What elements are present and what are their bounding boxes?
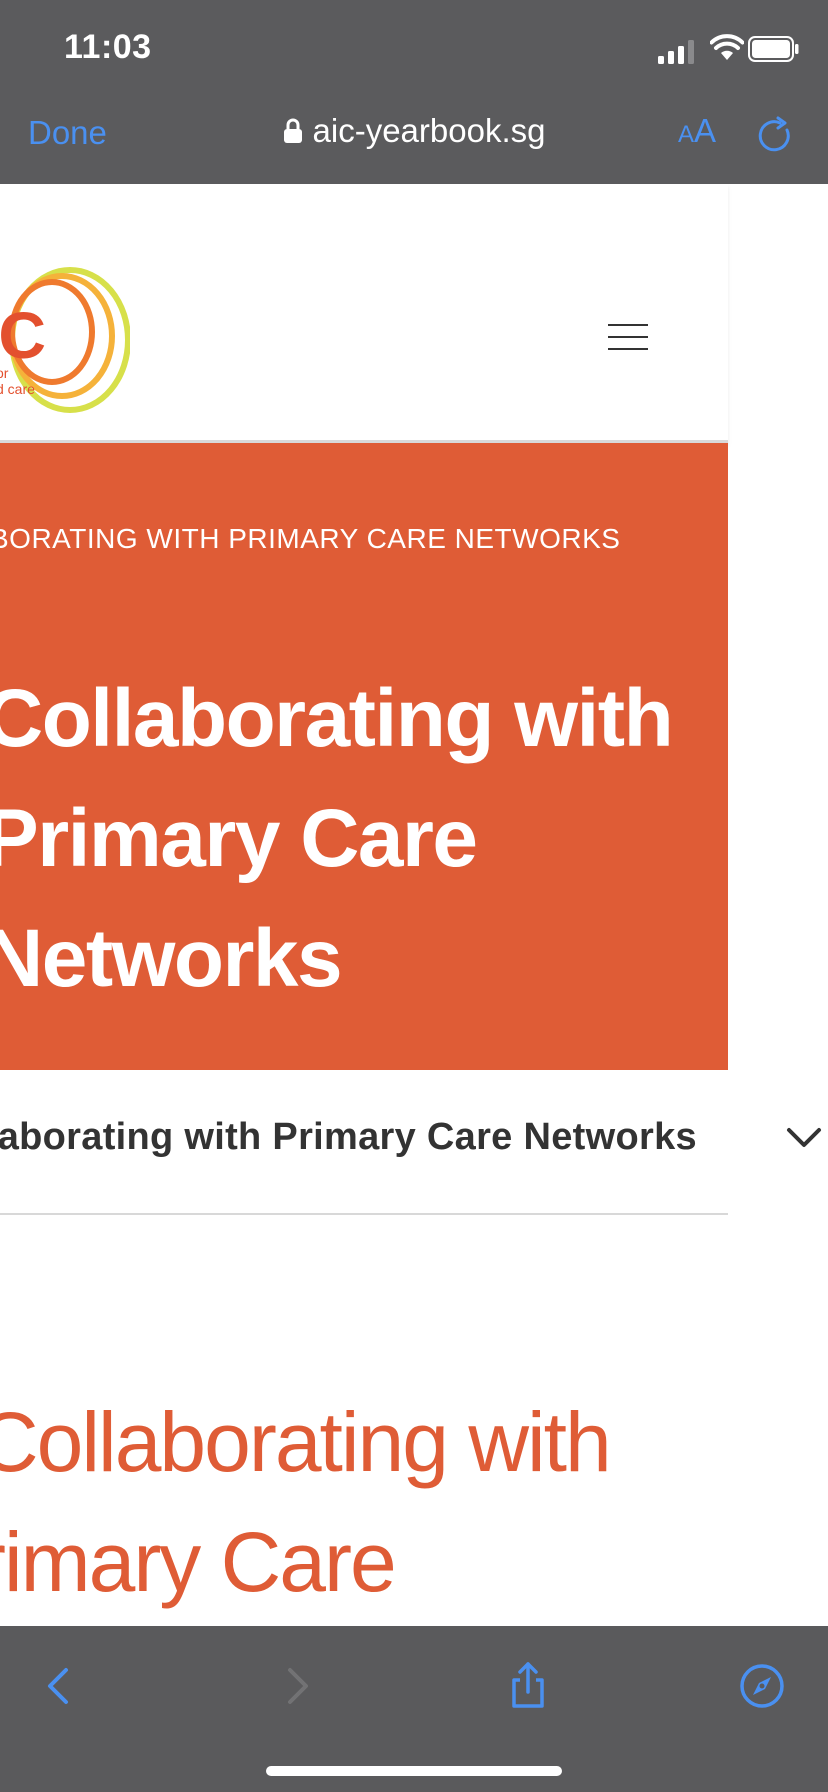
lock-icon — [283, 118, 302, 143]
wifi-icon — [710, 34, 744, 60]
site-header: iC or d care — [0, 184, 728, 443]
home-indicator — [266, 1766, 562, 1776]
logo-subtext-line1: or — [0, 365, 9, 381]
section-title: Collaborating with rimary Care — [0, 1382, 612, 1622]
section-title-line-1: Collaborating with — [0, 1395, 612, 1489]
hero-title: Collaborating with Primary Care Networks — [0, 659, 674, 1019]
share-icon[interactable] — [504, 1662, 552, 1710]
status-time: 11:03 — [64, 28, 152, 66]
hero-banner: BORATING WITH PRIMARY CARE NETWORKS Coll… — [0, 443, 728, 1070]
back-icon[interactable] — [36, 1662, 84, 1710]
section-dropdown[interactable]: llaborating with Primary Care Networks — [0, 1070, 828, 1214]
text-size-small-label: A — [678, 121, 695, 148]
url-text: aic-yearbook.sg — [312, 112, 546, 149]
dropdown-selected-label: llaborating with Primary Care Networks — [0, 1116, 697, 1158]
chevron-down-icon — [787, 1128, 821, 1147]
hero-eyebrow: BORATING WITH PRIMARY CARE NETWORKS — [0, 523, 621, 554]
hero-title-line-2: Primary Care — [0, 793, 478, 884]
browser-nav-bar: Done aic-yearbook.sg AA — [0, 100, 828, 184]
hero-title-line-3: Networks — [0, 913, 343, 1004]
text-size-button[interactable]: AA — [678, 114, 716, 147]
web-content: iC or d care BORATING WITH PRIMARY CARE … — [0, 184, 828, 1626]
compass-icon[interactable] — [738, 1662, 786, 1710]
hero-title-line-1: Collaborating with — [0, 673, 674, 764]
aic-logo[interactable]: iC or d care — [0, 266, 130, 418]
logo-subtext-line2: d care — [0, 381, 35, 397]
hamburger-menu-icon[interactable] — [608, 324, 648, 356]
done-button[interactable]: Done — [28, 114, 107, 152]
forward-icon — [288, 1668, 308, 1704]
reload-icon[interactable] — [756, 116, 796, 156]
divider — [0, 1213, 728, 1215]
section-title-line-2: rimary Care — [0, 1515, 397, 1609]
signal-icon — [658, 40, 694, 64]
status-bar: 11:03 — [0, 0, 828, 100]
address-field[interactable]: aic-yearbook.sg — [283, 112, 546, 150]
text-size-large-label: A — [694, 112, 717, 149]
battery-icon — [748, 36, 799, 62]
logo-text: iC — [0, 298, 46, 372]
